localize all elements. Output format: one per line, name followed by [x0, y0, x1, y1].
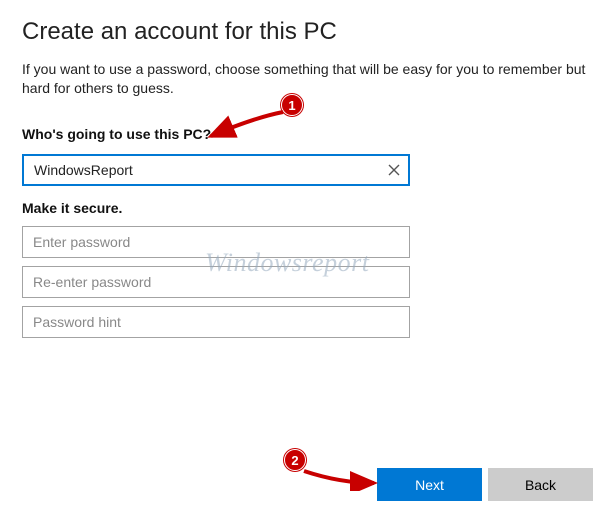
username-field	[22, 154, 410, 186]
password-field	[22, 226, 410, 258]
clear-icon[interactable]	[380, 156, 408, 184]
annotation-badge-2: 2	[284, 449, 306, 471]
password-hint-input[interactable]	[22, 306, 410, 338]
footer-buttons: Next Back	[377, 468, 593, 501]
user-section-label: Who's going to use this PC?	[22, 126, 591, 142]
username-input[interactable]	[22, 154, 410, 186]
annotation-arrow-2	[300, 461, 382, 491]
secure-section-label: Make it secure.	[22, 200, 591, 216]
back-button[interactable]: Back	[488, 468, 593, 501]
page-title: Create an account for this PC	[22, 18, 591, 46]
intro-text: If you want to use a password, choose so…	[22, 60, 591, 98]
next-button[interactable]: Next	[377, 468, 482, 501]
password-hint-field	[22, 306, 410, 338]
password-input[interactable]	[22, 226, 410, 258]
password-confirm-input[interactable]	[22, 266, 410, 298]
password-confirm-field	[22, 266, 410, 298]
